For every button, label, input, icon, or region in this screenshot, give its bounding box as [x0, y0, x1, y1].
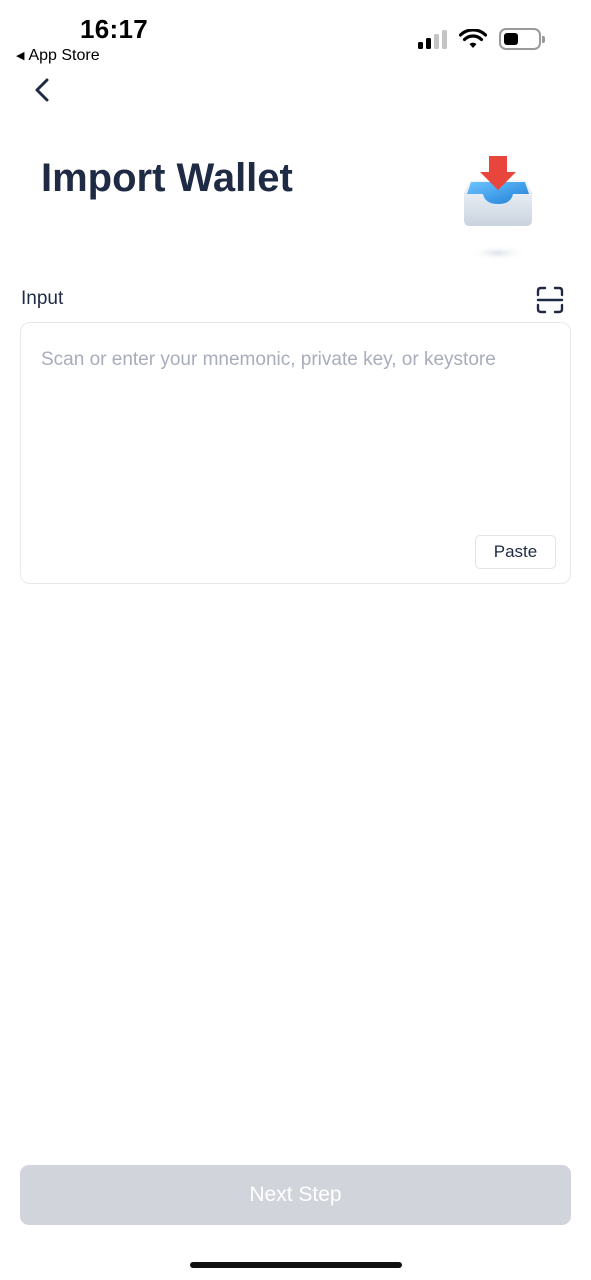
- status-indicators: [418, 28, 545, 50]
- status-time: 16:17: [80, 14, 148, 44]
- input-label: Input: [21, 288, 64, 309]
- back-chevron-icon[interactable]: [28, 76, 56, 104]
- back-triangle-icon: ◀: [16, 49, 25, 62]
- home-indicator[interactable]: [190, 1262, 402, 1268]
- wifi-icon: [459, 29, 487, 48]
- back-to-app-label: App Store: [28, 47, 100, 64]
- battery-icon: [499, 28, 545, 50]
- scan-icon[interactable]: [535, 285, 565, 315]
- mnemonic-input-container: Paste: [20, 322, 571, 584]
- next-step-button[interactable]: Next Step: [20, 1165, 571, 1225]
- signal-icon: [418, 29, 447, 49]
- page-title: Import Wallet: [41, 156, 293, 200]
- back-to-app-link[interactable]: ◀ App Store: [16, 47, 100, 65]
- import-tray-icon: [464, 156, 532, 261]
- paste-button[interactable]: Paste: [475, 535, 556, 569]
